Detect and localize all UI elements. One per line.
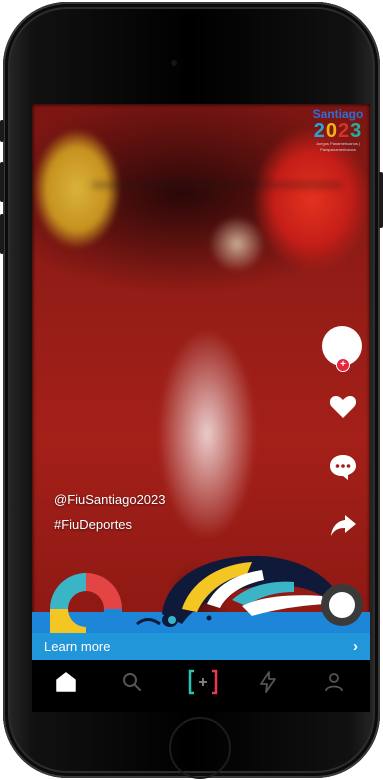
learn-more-label: Learn more: [44, 639, 111, 654]
event-logo-subtitle: Juegos Panamericanos | Parapanamericanos: [316, 141, 360, 152]
event-logo: Santiago 2023 Juegos Panamericanos | Par…: [309, 108, 367, 154]
mute-switch: [0, 120, 4, 142]
search-icon[interactable]: [120, 670, 144, 694]
learn-more-button[interactable]: Learn more ›: [32, 633, 370, 660]
home-icon[interactable]: [54, 670, 78, 694]
volume-down-button: [0, 214, 4, 254]
mascot-banner-art: [50, 555, 332, 634]
video-content: [92, 182, 342, 188]
video-username[interactable]: @FiuSantiago2023: [54, 492, 166, 507]
follow-button[interactable]: +: [336, 358, 350, 372]
record-button[interactable]: [321, 584, 363, 626]
bolt-icon[interactable]: [256, 670, 280, 694]
event-logo-year: 2023: [313, 120, 363, 142]
person-icon[interactable]: [322, 670, 346, 694]
video-hashtag[interactable]: #FiuDeportes: [54, 517, 132, 532]
power-button: [379, 172, 383, 228]
volume-up-button: [0, 162, 4, 202]
app-screen: Santiago 2023 Juegos Panamericanos | Par…: [32, 104, 370, 712]
home-key[interactable]: [169, 717, 231, 779]
front-camera: [171, 60, 177, 66]
bottom-nav: [32, 660, 370, 712]
plus-icon[interactable]: [187, 669, 219, 695]
chevron-right-icon: ›: [353, 638, 358, 655]
comment-icon[interactable]: [328, 452, 358, 482]
heart-icon[interactable]: [328, 392, 358, 422]
